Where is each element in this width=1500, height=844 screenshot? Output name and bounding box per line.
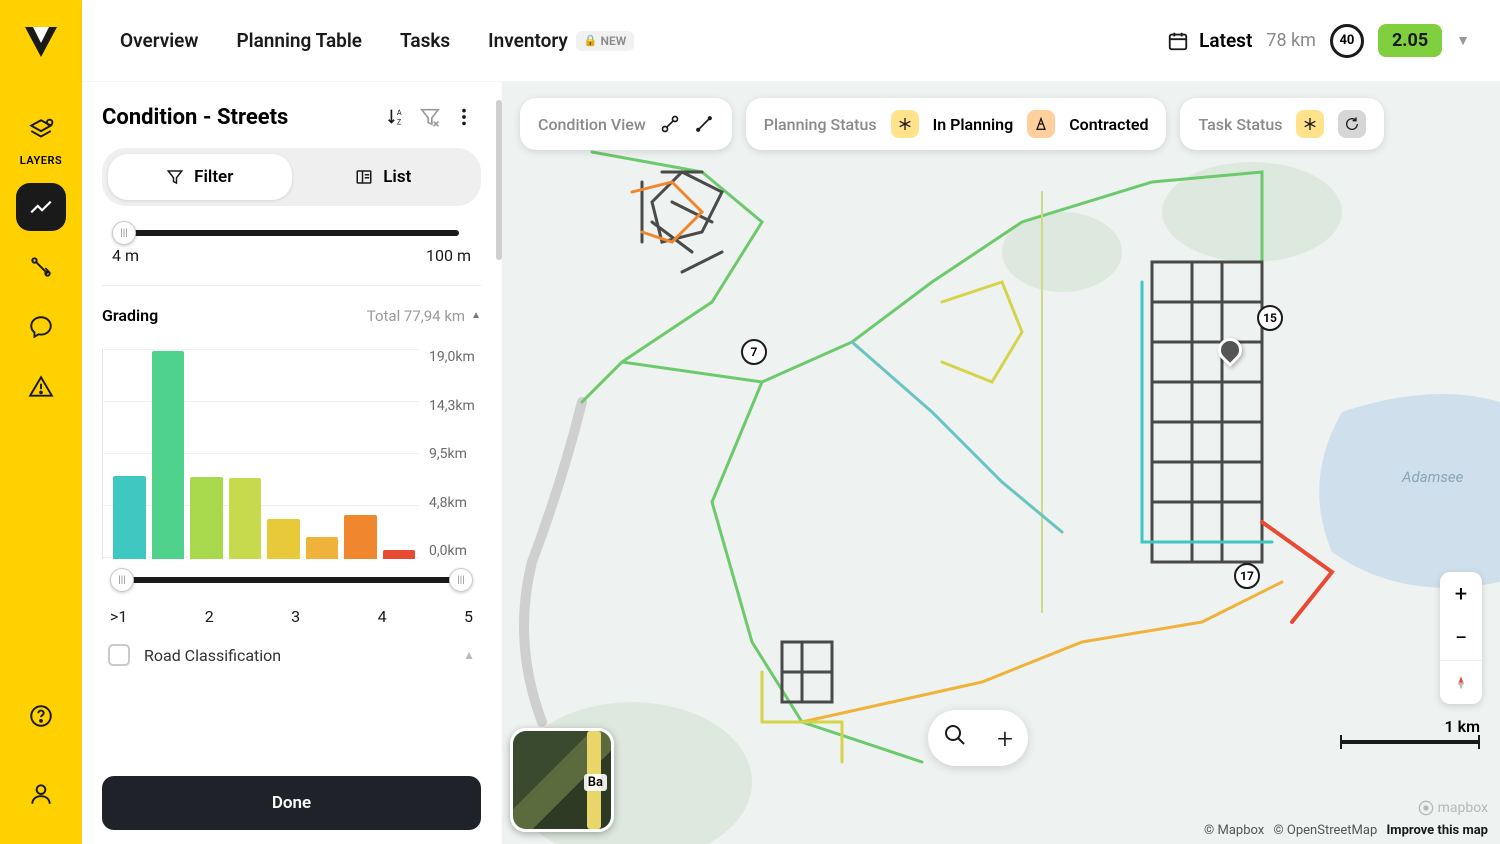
new-badge: 🔒NEW	[576, 31, 635, 51]
sidebar-trend-icon[interactable]	[16, 183, 66, 231]
chart-bar	[190, 477, 223, 559]
grading-bar-chart	[102, 349, 419, 559]
done-button[interactable]: Done	[102, 776, 481, 830]
score-badge[interactable]: 2.05	[1378, 24, 1442, 57]
chart-bar	[383, 550, 416, 559]
more-icon[interactable]	[447, 100, 481, 134]
map-canvas[interactable]: Adamsee Condition View Planning Status I…	[502, 82, 1500, 844]
compass-icon[interactable]	[1440, 660, 1482, 704]
slider-handle-max[interactable]: |||	[449, 568, 473, 592]
map-marker[interactable]: 7	[741, 339, 767, 365]
map-marker[interactable]: 17	[1234, 563, 1260, 589]
place-label: Adamsee	[1401, 468, 1464, 486]
minimap[interactable]: Ba	[510, 728, 614, 832]
list-icon	[355, 168, 373, 186]
add-icon[interactable]: +	[997, 722, 1013, 755]
sidebar-warning-icon[interactable]	[16, 363, 66, 411]
range-min: 4 m	[112, 246, 139, 265]
zoom-out-button[interactable]: −	[1440, 616, 1482, 660]
nav-overview[interactable]: Overview	[120, 29, 198, 52]
condition-view-pill[interactable]: Condition View	[520, 98, 732, 150]
date-picker[interactable]: Latest	[1167, 29, 1252, 52]
app-logo[interactable]	[18, 18, 64, 64]
search-icon[interactable]	[943, 723, 967, 753]
task-status-pill[interactable]: Task Status	[1180, 98, 1384, 150]
chart-y-labels: 19,0km14,3km9,5km4,8km0,0km	[419, 349, 481, 559]
chevron-down-icon[interactable]: ▼	[1456, 32, 1470, 49]
chevron-up-icon: ▲	[471, 310, 481, 321]
planning-status-pill[interactable]: Planning Status In Planning Contracted	[746, 98, 1167, 150]
sort-icon[interactable]: AZ	[379, 100, 413, 134]
clear-filter-icon[interactable]	[413, 100, 447, 134]
line-icon	[694, 114, 714, 134]
cone-icon	[1027, 110, 1055, 138]
map-attribution: © Mapbox © OpenStreetMap Improve this ma…	[1198, 823, 1488, 838]
refresh-icon	[1338, 110, 1366, 138]
road-class-label: Road Classification	[144, 646, 281, 665]
nav-tasks[interactable]: Tasks	[400, 29, 450, 52]
svg-text:Z: Z	[397, 117, 402, 126]
chart-x-labels: >12345	[110, 607, 473, 626]
grading-total: Total 77,94 km ▲	[367, 307, 481, 325]
grade-range-slider[interactable]: ||| |||	[122, 577, 461, 583]
width-range-slider[interactable]: |||	[124, 230, 459, 236]
panel-title: Condition - Streets	[102, 105, 379, 130]
map-marker[interactable]: 15	[1257, 305, 1283, 331]
chart-bar	[344, 515, 377, 559]
slider-handle-min[interactable]: |||	[110, 568, 134, 592]
range-max: 100 m	[426, 246, 471, 265]
chart-bar	[306, 537, 339, 559]
zoom-in-button[interactable]: +	[1440, 572, 1482, 616]
count-badge[interactable]: 40	[1330, 24, 1364, 58]
seg-list[interactable]: List	[292, 154, 476, 200]
calendar-icon	[1167, 30, 1189, 52]
chart-bar	[152, 351, 185, 559]
layers-label: LAYERS	[20, 154, 62, 167]
slider-handle-min[interactable]: |||	[112, 221, 136, 245]
sidebar-route-icon[interactable]	[16, 243, 66, 291]
sidebar-message-icon[interactable]	[16, 303, 66, 351]
nav-planning-table[interactable]: Planning Table	[236, 29, 362, 52]
distance-value: 78 km	[1266, 30, 1316, 51]
nav-inventory[interactable]: Inventory 🔒NEW	[488, 29, 634, 52]
filter-icon	[166, 168, 184, 186]
road-class-checkbox[interactable]	[108, 644, 130, 666]
asterisk-icon	[891, 110, 919, 138]
svg-text:A: A	[397, 108, 402, 117]
help-icon[interactable]	[16, 692, 66, 740]
grading-title: Grading	[102, 306, 158, 325]
mapbox-logo: mapbox	[1418, 800, 1488, 816]
seg-filter[interactable]: Filter	[108, 154, 292, 200]
chart-bar	[229, 478, 262, 559]
chart-bar	[267, 519, 300, 559]
segment-icon	[660, 114, 680, 134]
profile-icon[interactable]	[16, 770, 66, 818]
chevron-up-icon[interactable]: ▲	[463, 648, 475, 662]
chart-bar	[113, 476, 146, 559]
layers-icon[interactable]	[16, 106, 66, 154]
map-scale: 1 km	[1340, 717, 1480, 744]
asterisk-icon	[1296, 110, 1324, 138]
